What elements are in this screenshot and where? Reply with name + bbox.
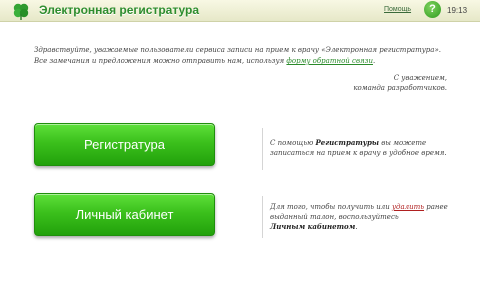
- intro-feedback-suffix: .: [372, 57, 376, 65]
- signature-line-1: С уважением,: [393, 74, 447, 82]
- header-bar: Электронная регистратура Помощь ? 19:13: [0, 0, 480, 22]
- signature: С уважением, команда разработчиков.: [300, 73, 447, 93]
- registry-description: С помощью Регистратуры вы можете записат…: [270, 138, 470, 158]
- divider: [262, 128, 263, 170]
- clock: 19:13: [447, 6, 468, 15]
- registry-button[interactable]: Регистратура: [34, 123, 215, 166]
- personal-cabinet-button[interactable]: Личный кабинет: [34, 193, 215, 236]
- intro-feedback-prefix: Все замечания и предложения можно отправ…: [34, 57, 287, 65]
- registry-desc-prefix: С помощью: [270, 139, 316, 147]
- intro-greeting: Здравствуйте, уважаемые пользователи сер…: [34, 46, 441, 54]
- app-title: Электронная регистратура: [39, 3, 200, 17]
- cabinet-desc-suffix: .: [355, 223, 358, 231]
- divider: [262, 196, 263, 238]
- feedback-form-link[interactable]: форму обратной связи: [286, 57, 373, 65]
- cabinet-description: Для того, чтобы получить или удалить ран…: [270, 202, 470, 232]
- intro-feedback-line: Все замечания и предложения можно отправ…: [34, 56, 454, 67]
- cabinet-desc-bold: Личным кабинетом: [270, 222, 356, 231]
- clover-icon: [13, 3, 29, 20]
- help-link[interactable]: Помощь: [384, 6, 411, 13]
- intro-text: Здравствуйте, уважаемые пользователи сер…: [34, 45, 454, 67]
- help-icon[interactable]: ?: [424, 1, 441, 18]
- cabinet-desc-prefix: Для того, чтобы получить или: [270, 203, 392, 211]
- signature-line-2: команда разработчиков.: [353, 84, 447, 92]
- registry-desc-bold: Регистратуры: [315, 138, 379, 147]
- cabinet-desc-underlined: удалить: [391, 203, 425, 211]
